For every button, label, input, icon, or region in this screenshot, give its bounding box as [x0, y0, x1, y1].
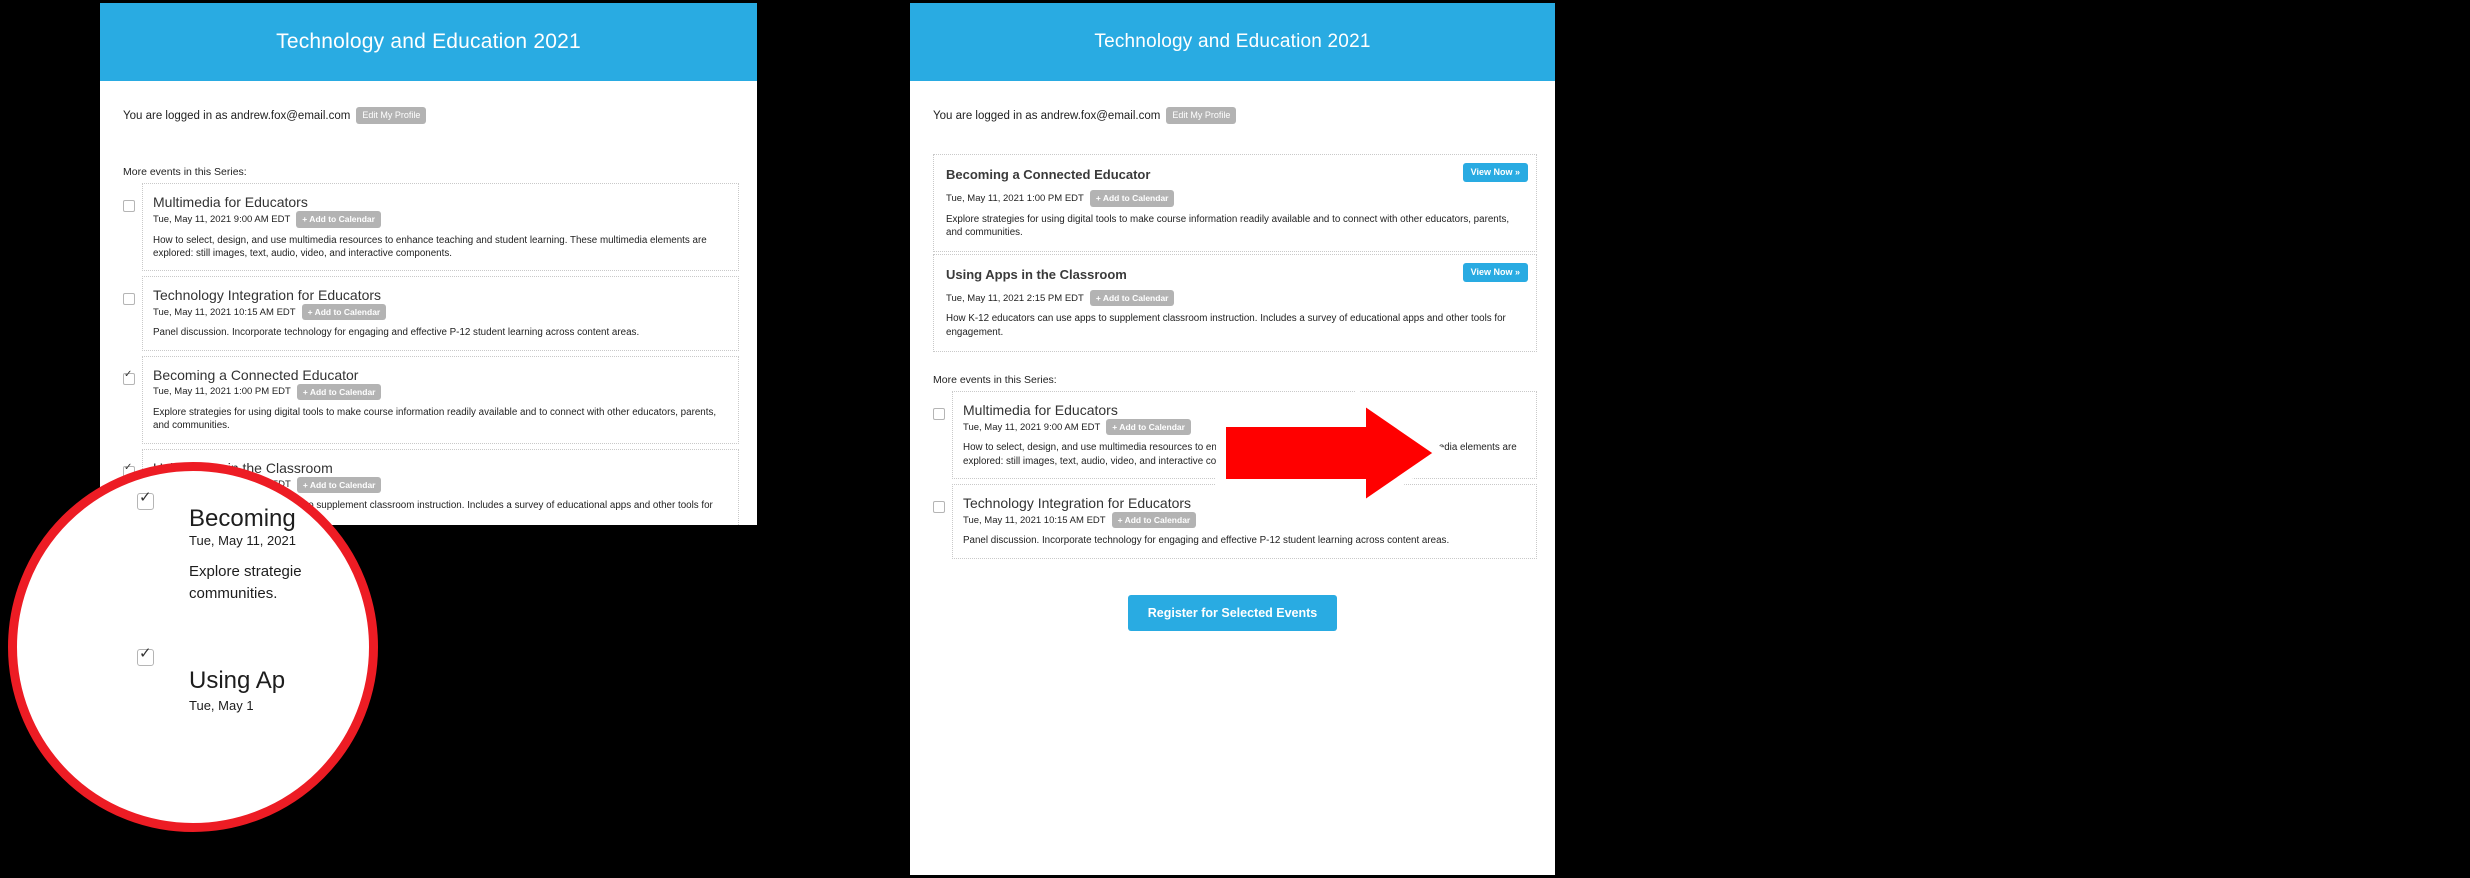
- event-card-tech-integration[interactable]: Technology Integration for Educators Tue…: [142, 275, 739, 351]
- add-to-calendar-button[interactable]: + Add to Calendar: [1106, 418, 1191, 436]
- page-header: Technology and Education 2021: [100, 3, 757, 81]
- event-datetime: Tue, May 11, 2021 9:00 AM EDT: [963, 421, 1101, 433]
- event-meta: Tue, May 11, 2021 1:00 PM EDT + Add to C…: [946, 190, 1524, 207]
- event-card-connected-educator[interactable]: Becoming a Connected Educator View Now »…: [933, 154, 1537, 252]
- event-description: Panel discussion. Incorporate technology…: [153, 327, 640, 339]
- registered-event-item: Becoming a Connected Educator View Now »…: [910, 154, 1555, 252]
- event-list-item: Multimedia for Educators Tue, May 11, 20…: [100, 183, 757, 271]
- magnifier-annotation-circle: Becoming Tue, May 11, 2021 Explore strat…: [8, 462, 378, 832]
- magnified-datetime-connected-educator: Tue, May 11, 2021: [189, 533, 296, 548]
- page-header: Technology and Education 2021: [910, 3, 1555, 81]
- event-title: Becoming a Connected Educator: [153, 366, 359, 383]
- event-title: Multimedia for Educators: [153, 194, 308, 210]
- event-checkbox-connected-educator[interactable]: [123, 370, 135, 385]
- magnified-description-line1: Explore strategie: [189, 563, 302, 580]
- add-to-calendar-button[interactable]: + Add to Calendar: [296, 211, 381, 228]
- registered-event-item: Using Apps in the Classroom View Now » T…: [910, 253, 1555, 352]
- event-datetime: Tue, May 11, 2021 10:15 AM EDT: [153, 306, 296, 318]
- event-title: Becoming a Connected Educator: [946, 167, 1151, 182]
- view-now-button[interactable]: View Now »: [1462, 262, 1528, 282]
- transition-arrow-icon: [1216, 388, 1448, 518]
- edit-my-profile-button[interactable]: Edit My Profile: [1166, 107, 1237, 124]
- event-title: Technology Integration for Educators: [153, 286, 382, 303]
- register-area: Register for Selected Events: [910, 594, 1555, 631]
- event-checkbox-tech-integration[interactable]: [123, 292, 135, 305]
- add-to-calendar-button[interactable]: + Add to Calendar: [1111, 511, 1197, 529]
- series-heading-right: More events in this Series:: [933, 373, 1057, 386]
- add-to-calendar-button[interactable]: + Add to Calendar: [1089, 289, 1175, 307]
- page-title: Technology and Education 2021: [1094, 31, 1371, 52]
- event-checkbox-multimedia[interactable]: [933, 407, 945, 420]
- logged-in-status: You are logged in as andrew.fox@email.co…: [123, 109, 351, 122]
- page-title: Technology and Education 2021: [276, 30, 581, 53]
- event-description: How K-12 educators can use apps to suppl…: [946, 313, 1506, 338]
- magnifier-content: Becoming Tue, May 11, 2021 Explore strat…: [17, 471, 369, 823]
- event-list-item: Becoming a Connected Educator Tue, May 1…: [100, 355, 757, 444]
- event-datetime: Tue, May 11, 2021 10:15 AM EDT: [963, 514, 1106, 526]
- magnified-title-using-apps: Using Ap: [189, 667, 286, 694]
- event-list-item: Technology Integration for Educators Tue…: [100, 275, 757, 351]
- series-heading-left: More events in this Series:: [123, 166, 247, 178]
- event-card-multimedia[interactable]: Multimedia for Educators Tue, May 11, 20…: [142, 183, 739, 271]
- event-description: How to select, design, and use multimedi…: [153, 234, 707, 259]
- account-bar: You are logged in as andrew.fox@email.co…: [100, 107, 757, 124]
- logged-in-status: You are logged in as andrew.fox@email.co…: [933, 109, 1161, 122]
- event-meta: Tue, May 11, 2021 9:00 AM EDT + Add to C…: [153, 211, 728, 228]
- add-to-calendar-button[interactable]: + Add to Calendar: [1089, 190, 1175, 207]
- event-meta: Tue, May 11, 2021 2:15 PM EDT + Add to C…: [946, 289, 1524, 307]
- account-bar: You are logged in as andrew.fox@email.co…: [910, 107, 1555, 124]
- add-to-calendar-button[interactable]: + Add to Calendar: [301, 303, 387, 321]
- event-datetime: Tue, May 11, 2021 1:00 PM EDT: [153, 386, 291, 398]
- magnified-checkbox-using-apps: [137, 646, 154, 666]
- event-datetime: Tue, May 11, 2021 9:00 AM EDT: [153, 213, 291, 225]
- view-now-button[interactable]: View Now »: [1462, 163, 1528, 182]
- event-card-using-apps[interactable]: Using Apps in the Classroom View Now » T…: [933, 253, 1537, 352]
- event-description: Explore strategies for using digital too…: [153, 407, 717, 432]
- event-checkbox-tech-integration[interactable]: [933, 500, 945, 513]
- event-card-connected-educator[interactable]: Becoming a Connected Educator Tue, May 1…: [142, 355, 739, 444]
- add-to-calendar-button[interactable]: + Add to Calendar: [296, 383, 382, 401]
- event-datetime: Tue, May 11, 2021 1:00 PM EDT: [946, 192, 1084, 204]
- event-title: Using Apps in the Classroom: [946, 266, 1127, 282]
- event-description: Panel discussion. Incorporate technology…: [963, 535, 1450, 547]
- event-meta: Tue, May 11, 2021 10:15 AM EDT + Add to …: [153, 303, 728, 321]
- edit-my-profile-button[interactable]: Edit My Profile: [356, 107, 427, 124]
- event-description: Explore strategies for using digital too…: [946, 213, 1510, 238]
- magnified-title-connected-educator: Becoming: [189, 505, 296, 532]
- magnified-datetime-using-apps: Tue, May 1: [189, 698, 254, 713]
- magnified-checkbox-connected-educator: [137, 490, 154, 510]
- register-for-selected-events-button[interactable]: Register for Selected Events: [1127, 594, 1338, 631]
- before-screenshot-panel: Technology and Education 2021 You are lo…: [100, 3, 757, 525]
- event-datetime: Tue, May 11, 2021 2:15 PM EDT: [946, 292, 1084, 304]
- event-checkbox-multimedia[interactable]: [123, 200, 135, 212]
- magnified-description-line2: communities.: [189, 585, 278, 602]
- event-meta: Tue, May 11, 2021 1:00 PM EDT + Add to C…: [153, 383, 728, 401]
